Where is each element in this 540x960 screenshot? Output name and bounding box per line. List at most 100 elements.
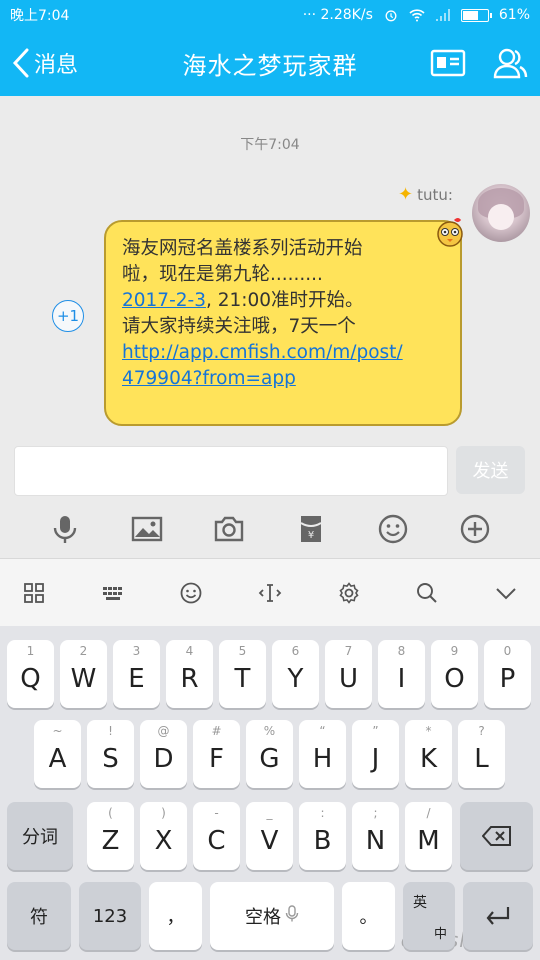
key-hint: ” [372,724,379,738]
key-l[interactable]: ? L [458,720,505,788]
kb-grid-button[interactable] [18,577,50,609]
camera-button[interactable] [209,509,249,549]
send-button[interactable]: 发送 [456,446,525,494]
smiley-icon [180,582,202,603]
key-hint: 3 [132,644,141,658]
message-bubble[interactable]: 海友网冠名盖楼系列活动开始 啦，现在是第九轮......... 2017-2-3… [104,220,462,426]
key-hint: ! [108,724,113,738]
key-t[interactable]: 5T [219,640,266,708]
message-input[interactable] [14,446,448,496]
signal-icon [435,9,450,21]
key-hint: ) [161,806,166,820]
key-y[interactable]: 6Y [272,640,319,708]
key-hint: 8 [397,644,406,658]
key-label: 。 [359,907,378,928]
keyboard-icon [102,586,122,600]
status-bar: 晚上7:04 ··· 2.28K/s 61% [0,0,540,30]
key-e[interactable]: 3E [113,640,160,708]
kb-collapse-button[interactable] [490,577,522,609]
key-label: D [153,744,174,774]
key-hint: 9 [450,644,459,658]
date-link[interactable]: 2017-2-3 [122,290,206,311]
search-icon [417,582,437,603]
lang-zh: 中 [433,927,447,942]
sender-nickname: ✦ tutu: [398,184,453,205]
url-link[interactable]: 479904?from=app [122,366,444,392]
key-b[interactable]: :B [299,802,346,870]
settings-icon [339,581,359,604]
key-f[interactable]: # F [193,720,240,788]
voice-button[interactable] [45,509,85,549]
key-hint: 0 [503,644,512,658]
key-z[interactable]: (Z [87,802,134,870]
symbol-key[interactable]: 符 [7,882,71,950]
avatar[interactable] [472,184,530,242]
input-bar: 发送 [0,436,540,500]
key-q[interactable]: 1Q [7,640,54,708]
key-i[interactable]: 8I [378,640,425,708]
mic-small-icon [281,905,299,927]
key-v[interactable]: _ V [246,802,293,870]
key-label: Y [287,664,304,694]
key-w[interactable]: 2W [60,640,107,708]
key-p[interactable]: 0P [484,640,531,708]
kb-emoji-button[interactable] [175,577,207,609]
red-packet-button[interactable]: ¥ [291,509,331,549]
enter-key[interactable] [463,882,533,950]
key-label: 分词 [22,827,58,848]
key-g[interactable]: % G [246,720,293,788]
battery-icon [460,8,492,22]
kb-cursor-button[interactable] [254,577,286,609]
key-j[interactable]: ” J [352,720,399,788]
key-hint: 6 [291,644,300,658]
message-text: , 21:00准时开始。 [205,290,364,311]
grid-icon [24,582,44,603]
key-label: S [102,744,119,774]
key-o[interactable]: 9O [431,640,478,708]
key-label: R [180,664,199,694]
space-key[interactable]: 空格 [210,882,334,950]
key-x[interactable]: ) X [140,802,187,870]
kb-layout-button[interactable] [97,577,129,609]
back-button[interactable]: 消息 [10,44,78,82]
url-link[interactable]: http://app.cmfish.com/m/post/ [122,340,444,366]
mic-icon [53,516,77,543]
chat-area: 下午7:04 ✦ tutu: +1 海友网冠名盖楼系列活动开始 啦，现在是第九轮… [0,96,540,436]
key-c[interactable]: -C [193,802,240,870]
key-u[interactable]: 7U [325,640,372,708]
language-key[interactable]: 英中 [403,882,455,950]
key-k[interactable]: * K [405,720,452,788]
key-n[interactable]: ; N [352,802,399,870]
key-a[interactable]: ~ A [34,720,81,788]
key-hint: 7 [344,644,353,658]
key-label: Z [101,826,120,856]
period-key[interactable]: 。 [342,882,395,950]
key-label: M [417,826,440,856]
emoji-button[interactable] [373,509,413,549]
backspace-icon [481,826,511,846]
plus-one-button[interactable]: +1 [52,300,84,332]
key-m[interactable]: / M [405,802,452,870]
key-d[interactable]: @ D [140,720,187,788]
chat-header: 消息 海水之梦玩家群 [0,30,540,96]
key-hint: * [425,724,432,738]
backspace-key[interactable] [460,802,533,870]
key-h[interactable]: “H [299,720,346,788]
status-right: ··· 2.28K/s 61% [303,7,530,23]
members-button[interactable] [490,44,530,82]
key-hint: ~ [52,724,63,738]
number-key[interactable]: 123 [79,882,141,950]
key-s[interactable]: ! S [87,720,134,788]
key-label: G [259,744,280,774]
comma-key[interactable]: ， [149,882,202,950]
key-label: B [313,826,332,856]
more-button[interactable] [455,509,495,549]
photo-button[interactable] [127,509,167,549]
group-card-button[interactable] [428,44,468,82]
key-r[interactable]: 4R [166,640,213,708]
kb-search-button[interactable] [411,577,443,609]
fenci-key[interactable]: 分词 [7,802,73,870]
kb-settings-button[interactable] [333,577,365,609]
cursor-icon [258,583,282,602]
sender-name: tutu: [417,185,453,204]
